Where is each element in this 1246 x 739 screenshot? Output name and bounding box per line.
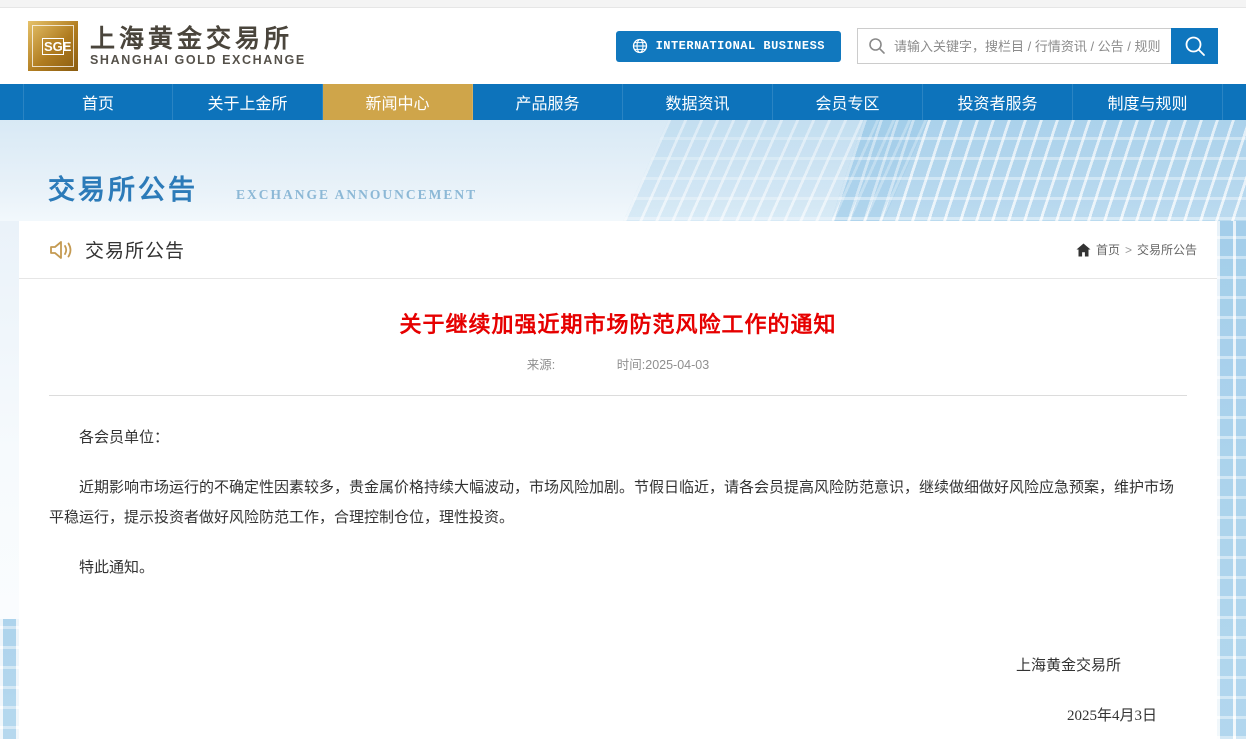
- section-title: 交易所公告: [85, 236, 185, 263]
- breadcrumb-separator: >: [1125, 243, 1132, 257]
- article-divider: [49, 395, 1187, 396]
- sge-monogram: SGE: [42, 38, 64, 55]
- banner-title-cn: 交易所公告: [48, 168, 198, 207]
- primary-nav: 首页 关于上金所 新闻中心 产品服务 数据资讯 会员专区 投资者服务 制度与规则: [0, 84, 1246, 120]
- header-tools: INTERNATIONAL BUSINESS: [616, 28, 1218, 64]
- article-meta: 来源: 时间:2025-04-03: [49, 354, 1187, 373]
- background-building-left: [0, 619, 19, 739]
- article-title: 关于继续加强近期市场防范风险工作的通知: [49, 307, 1187, 339]
- site-header: SGE 上海黄金交易所 SHANGHAI GOLD EXCHANGE INTER…: [0, 8, 1246, 84]
- banner-title-en: EXCHANGE ANNOUNCEMENT: [236, 187, 477, 203]
- banner-building-decoration: [825, 120, 1246, 221]
- nav-item-about[interactable]: 关于上金所: [173, 84, 323, 120]
- nav-item-products[interactable]: 产品服务: [473, 84, 623, 120]
- search-bar: [857, 28, 1218, 64]
- nav-item-rules[interactable]: 制度与规则: [1073, 84, 1223, 120]
- announcement-article: 关于继续加强近期市场防范风险工作的通知 来源: 时间:2025-04-03 各会…: [19, 307, 1217, 731]
- background-building-right: [1217, 221, 1246, 739]
- nav-item-home[interactable]: 首页: [23, 84, 173, 120]
- nav-item-investors[interactable]: 投资者服务: [923, 84, 1073, 120]
- breadcrumb: 首页 > 交易所公告: [1076, 241, 1197, 258]
- logo-name-en: SHANGHAI GOLD EXCHANGE: [90, 53, 306, 67]
- article-time: 时间:2025-04-03: [617, 358, 709, 372]
- logo-text: 上海黄金交易所 SHANGHAI GOLD EXCHANGE: [90, 26, 306, 67]
- top-utility-bar: [0, 0, 1246, 8]
- search-input[interactable]: [894, 39, 1163, 54]
- international-business-label: INTERNATIONAL BUSINESS: [656, 39, 825, 53]
- article-signature: 上海黄金交易所: [49, 651, 1187, 681]
- article-date: 2025年4月3日: [49, 701, 1187, 731]
- sge-logo[interactable]: SGE 上海黄金交易所 SHANGHAI GOLD EXCHANGE: [28, 21, 306, 71]
- article-closing: 特此通知。: [49, 553, 1187, 583]
- announcement-speaker-icon: [49, 239, 73, 261]
- article-body: 各会员单位： 近期影响市场运行的不确定性因素较多，贵金属价格持续大幅波动，市场风…: [49, 423, 1187, 731]
- banner-titles: 交易所公告 EXCHANGE ANNOUNCEMENT: [48, 168, 477, 207]
- logo-name-cn: 上海黄金交易所: [90, 26, 306, 52]
- banner-building-decoration: [615, 120, 937, 221]
- primary-nav-inner: 首页 关于上金所 新闻中心 产品服务 数据资讯 会员专区 投资者服务 制度与规则: [23, 84, 1223, 120]
- breadcrumb-current[interactable]: 交易所公告: [1137, 241, 1197, 258]
- sge-logo-mark-icon: SGE: [28, 21, 78, 71]
- search-field: [857, 28, 1171, 64]
- nav-item-members[interactable]: 会员专区: [773, 84, 923, 120]
- article-paragraph: 近期影响市场运行的不确定性因素较多，贵金属价格持续大幅波动，市场风险加剧。节假日…: [49, 473, 1187, 533]
- international-business-button[interactable]: INTERNATIONAL BUSINESS: [616, 31, 841, 62]
- home-icon: [1076, 243, 1091, 257]
- panel-header: 交易所公告 首页 > 交易所公告: [19, 221, 1217, 279]
- section-banner: 交易所公告 EXCHANGE ANNOUNCEMENT: [0, 120, 1246, 221]
- main-area: 交易所公告 首页 > 交易所公告 关于继续加强近期市场防范风险工作的通知 来源:…: [0, 221, 1246, 739]
- article-source: 来源:: [527, 358, 555, 372]
- nav-item-news[interactable]: 新闻中心: [323, 84, 473, 120]
- globe-icon: [632, 38, 648, 54]
- search-submit-button[interactable]: [1171, 28, 1218, 64]
- breadcrumb-home-link[interactable]: 首页: [1096, 241, 1120, 258]
- search-submit-icon: [1184, 35, 1206, 57]
- search-icon: [868, 37, 886, 55]
- article-salutation: 各会员单位：: [49, 423, 1187, 453]
- nav-item-data[interactable]: 数据资讯: [623, 84, 773, 120]
- content-panel: 交易所公告 首页 > 交易所公告 关于继续加强近期市场防范风险工作的通知 来源:…: [19, 221, 1217, 739]
